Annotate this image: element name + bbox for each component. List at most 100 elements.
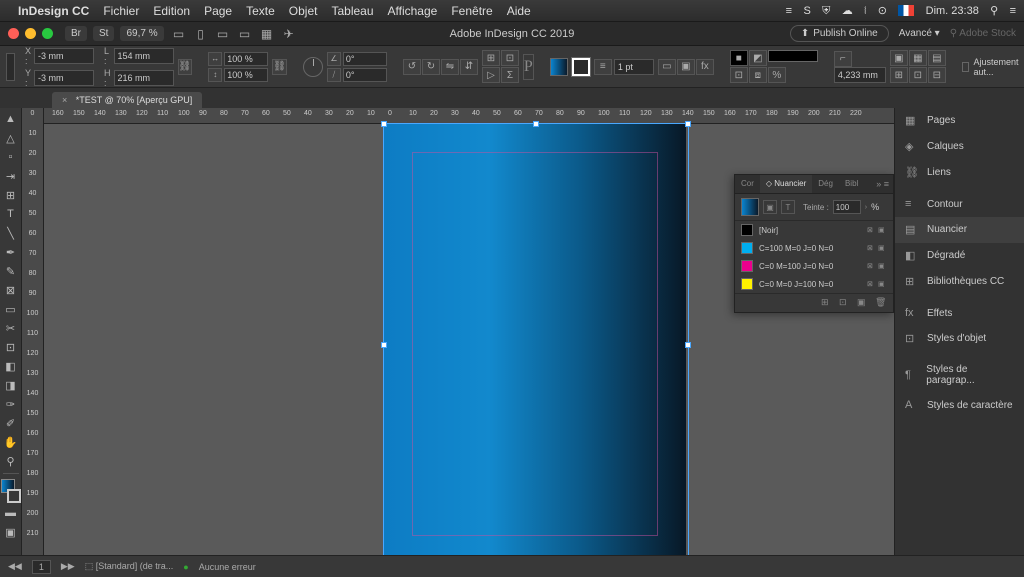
- misc-button[interactable]: ⊡: [501, 50, 519, 66]
- workspace-switcher[interactable]: Avancé ▾: [899, 28, 940, 39]
- new-swatch-icon[interactable]: ⊡: [839, 297, 851, 309]
- shear-field[interactable]: [343, 68, 387, 82]
- swatch-item[interactable]: C=0 M=0 J=100 N=0 ⊠▣: [735, 275, 893, 293]
- page-tool[interactable]: ▫: [1, 148, 21, 166]
- menu-tableau[interactable]: Tableau: [331, 4, 373, 18]
- panel-tab-swatches[interactable]: ◇ Nuancier: [760, 175, 812, 193]
- corner-button[interactable]: ◩: [749, 50, 767, 66]
- corner-field[interactable]: [834, 67, 886, 83]
- panel-tab-libraries[interactable]: Bibl: [839, 175, 864, 193]
- dock-panel-contour[interactable]: ≡Contour: [895, 192, 1024, 217]
- stroke-style[interactable]: [768, 50, 818, 62]
- panel-tab-gradient[interactable]: Dég: [812, 175, 839, 193]
- align-button[interactable]: ▭: [658, 59, 676, 75]
- wrap-button[interactable]: ▦: [909, 50, 927, 66]
- spotlight-icon[interactable]: ⚲: [990, 5, 998, 17]
- page-nav-prev[interactable]: ◀◀: [8, 561, 22, 572]
- note-tool[interactable]: ✑: [1, 395, 21, 413]
- dock-panel-liens[interactable]: ⛓Liens: [895, 160, 1024, 186]
- flip-h-button[interactable]: ⇋: [441, 59, 459, 75]
- fx-button[interactable]: fx: [696, 59, 714, 75]
- page-nav-next[interactable]: ▶▶: [61, 561, 75, 572]
- apply-color-button[interactable]: ▬: [1, 504, 21, 522]
- dock-panel-styles-de-caract-re[interactable]: AStyles de caractère: [895, 393, 1024, 418]
- preflight-status[interactable]: Aucune erreur: [199, 562, 256, 572]
- stock-button[interactable]: St: [93, 26, 114, 41]
- selection-tool[interactable]: ▲: [1, 110, 21, 128]
- scissors-tool[interactable]: ✂: [1, 319, 21, 337]
- swatches-panel[interactable]: Cor ◇ Nuancier Dég Bibl » ≡ ▣ T Teinte :…: [734, 174, 894, 313]
- layout-icon[interactable]: ▦: [258, 26, 276, 42]
- rotate-cw-button[interactable]: ↻: [422, 59, 440, 75]
- zoom-button[interactable]: [42, 28, 53, 39]
- stroke-swatch[interactable]: [572, 58, 590, 76]
- minimize-button[interactable]: [25, 28, 36, 39]
- canvas[interactable]: Cor ◇ Nuancier Dég Bibl » ≡ ▣ T Teinte :…: [44, 124, 894, 555]
- dock-panel-styles-d-objet[interactable]: ⊡Styles d'objet: [895, 326, 1024, 352]
- dock-panel-d-grad-[interactable]: ◧Dégradé: [895, 243, 1024, 269]
- app-name[interactable]: InDesign CC: [18, 4, 89, 18]
- eyedropper-tool[interactable]: ✐: [1, 414, 21, 432]
- close-button[interactable]: [8, 28, 19, 39]
- panel-tab-color[interactable]: Cor: [735, 175, 760, 193]
- current-swatch[interactable]: [741, 198, 759, 216]
- zoom-level[interactable]: 69,7 %: [120, 26, 163, 41]
- reference-point-grid[interactable]: [6, 53, 15, 81]
- trash-icon[interactable]: 🗑: [875, 297, 887, 309]
- x-field[interactable]: [34, 48, 94, 64]
- wrap-button[interactable]: ⊟: [928, 67, 946, 83]
- rotation-field[interactable]: [343, 52, 387, 66]
- screen-mode-button[interactable]: ▣: [1, 523, 21, 541]
- spread-dropdown[interactable]: ⬚ [Standard] (de tra...: [85, 561, 174, 572]
- menu-fichier[interactable]: Fichier: [103, 4, 139, 18]
- type-tool[interactable]: T: [1, 205, 21, 223]
- wrap-button[interactable]: ▣: [890, 50, 908, 66]
- bridge-button[interactable]: Br: [65, 26, 87, 41]
- wrap-button[interactable]: ⊡: [909, 67, 927, 83]
- link-icon[interactable]: ⛓: [272, 59, 287, 75]
- stroke-weight-field[interactable]: [614, 59, 654, 75]
- menu-texte[interactable]: Texte: [246, 4, 275, 18]
- misc-button[interactable]: ⊞: [482, 50, 500, 66]
- scale-y-field[interactable]: [224, 68, 268, 82]
- scale-x-field[interactable]: [224, 52, 268, 66]
- swatch-item[interactable]: C=100 M=0 J=0 N=0 ⊠▣: [735, 239, 893, 257]
- layout-icon[interactable]: ✈: [280, 26, 298, 42]
- notifications-icon[interactable]: ≡: [1010, 5, 1016, 17]
- document-page[interactable]: [384, 124, 686, 555]
- pencil-tool[interactable]: ✎: [1, 262, 21, 280]
- menu-fenetre[interactable]: Fenêtre: [451, 4, 492, 18]
- free-transform-tool[interactable]: ⊡: [1, 338, 21, 356]
- menu-edition[interactable]: Edition: [153, 4, 190, 18]
- fill-swatch[interactable]: [550, 58, 568, 76]
- close-tab-icon[interactable]: ×: [62, 95, 67, 105]
- publish-online-button[interactable]: ⬆ Publish Online: [790, 25, 889, 42]
- menu-affichage[interactable]: Affichage: [388, 4, 438, 18]
- layout-icon[interactable]: ▭: [214, 26, 232, 42]
- fill-toggle[interactable]: ▣: [763, 200, 777, 214]
- h-field[interactable]: [114, 70, 174, 86]
- w-field[interactable]: [114, 48, 174, 64]
- dock-panel-pages[interactable]: ▦Pages: [895, 108, 1024, 134]
- layout-icon[interactable]: ▭: [236, 26, 254, 42]
- tint-field[interactable]: [833, 200, 861, 214]
- menu-aide[interactable]: Aide: [507, 4, 531, 18]
- corner-button[interactable]: ■: [730, 50, 748, 66]
- wrap-button[interactable]: ▤: [928, 50, 946, 66]
- zoom-tool[interactable]: ⚲: [1, 452, 21, 470]
- page-field[interactable]: 1: [32, 560, 51, 574]
- link-icon[interactable]: ⛓: [178, 59, 193, 75]
- swatch-item[interactable]: [Noir] ⊠▣: [735, 221, 893, 239]
- dock-panel-effets[interactable]: fxEffets: [895, 301, 1024, 326]
- rotation-wheel[interactable]: [303, 57, 323, 77]
- layout-icon[interactable]: ▭: [170, 26, 188, 42]
- dock-panel-nuancier[interactable]: ▤Nuancier: [895, 217, 1024, 243]
- rectangle-frame-tool[interactable]: ⊠: [1, 281, 21, 299]
- flip-v-button[interactable]: ⇵: [460, 59, 478, 75]
- hand-tool[interactable]: ✋: [1, 433, 21, 451]
- y-field[interactable]: [34, 70, 94, 86]
- swatch-filter-icon[interactable]: ⊞: [821, 297, 833, 309]
- new-swatch-icon[interactable]: ▣: [857, 297, 869, 309]
- rotate-ccw-button[interactable]: ↺: [403, 59, 421, 75]
- opt-button[interactable]: ⊡: [730, 67, 748, 83]
